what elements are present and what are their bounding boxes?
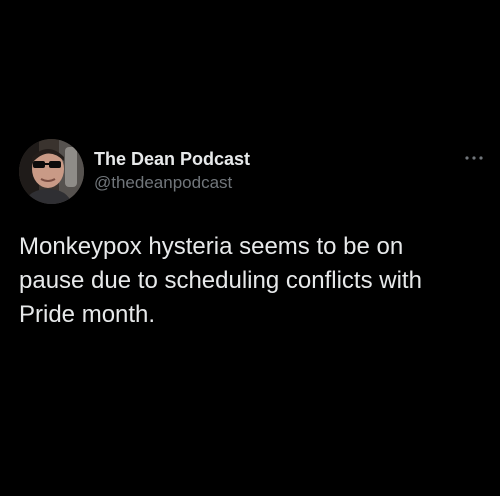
more-options-button[interactable] bbox=[460, 148, 488, 168]
profile-photo-icon bbox=[19, 139, 84, 204]
user-handle[interactable]: @thedeanpodcast bbox=[94, 172, 232, 194]
more-options-icon bbox=[465, 156, 483, 160]
tweet-card: The Dean Podcast @thedeanpodcast Monkeyp… bbox=[0, 0, 500, 496]
display-name[interactable]: The Dean Podcast bbox=[94, 148, 250, 170]
screen: The Dean Podcast @thedeanpodcast Monkeyp… bbox=[0, 0, 500, 496]
tweet-text: Monkeypox hysteria seems to be on pause … bbox=[19, 233, 422, 328]
avatar[interactable] bbox=[19, 139, 84, 204]
